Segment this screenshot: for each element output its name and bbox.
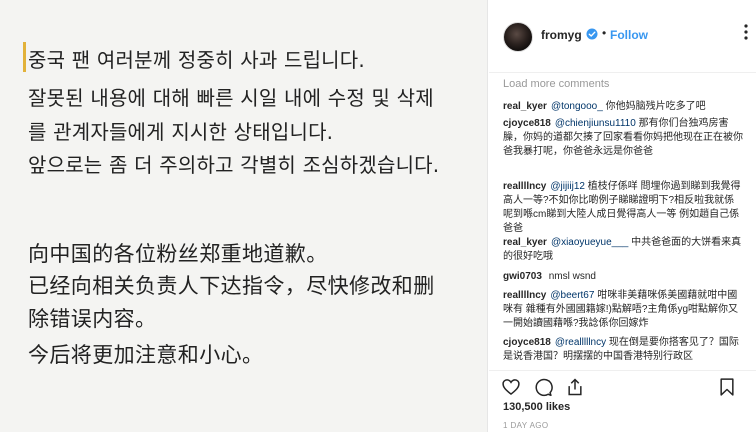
- comment-username[interactable]: cjoyce818: [503, 118, 551, 129]
- load-more-comments-link[interactable]: Load more comments: [503, 78, 609, 90]
- comment-item: real_kyer @xiaoyueyue___ 中共爸爸面的大饼看来真的很好吃哦: [503, 236, 743, 264]
- comment-mention[interactable]: @tongooo_: [551, 101, 603, 112]
- chinese-line-2: 已经向相关负责人下达指令，尽快修改和删: [28, 274, 435, 298]
- comment-icon[interactable]: [533, 377, 553, 397]
- text-cursor-mark: [23, 42, 26, 72]
- instagram-post-frame: 중국 팬 여러분께 정중히 사과 드립니다. 잘못된 내용에 대해 빠른 시일 …: [0, 0, 756, 432]
- post-image: 중국 팬 여러분께 정중히 사과 드립니다. 잘못된 내용에 대해 빠른 시일 …: [0, 0, 488, 432]
- comment-username[interactable]: reallllncy: [503, 181, 546, 192]
- comment-item: reallllncy @jijiij12 植枝仔係咩 問埋你過到睇到我覺得高人一等…: [503, 180, 743, 236]
- username-link[interactable]: fromyg: [541, 28, 582, 42]
- comment-mention[interactable]: @chienjiunsu1110: [555, 118, 636, 129]
- comment-list: Load more comments real_kyer @tongooo_ 你他…: [489, 72, 756, 370]
- comment-username[interactable]: real_kyer: [503, 101, 547, 112]
- comment-mention[interactable]: @realllllncy: [555, 337, 606, 348]
- chinese-line-4: 今后将更加注意和小心。: [28, 343, 264, 367]
- comment-username[interactable]: cjoyce818: [503, 337, 551, 348]
- chinese-line-1: 向中国的各位粉丝郑重地道歉。: [28, 242, 328, 266]
- comment-item: cjoyce818 @realllllncy 现在倒是要你搭客见了？国际是说香港国…: [503, 336, 743, 364]
- post-header: fromyg • Follow: [489, 0, 756, 73]
- korean-line-1: 중국 팬 여러분께 정중히 사과 드립니다.: [28, 48, 365, 72]
- comment-mention[interactable]: @xiaoyueyue___: [551, 237, 628, 248]
- more-dots-icon[interactable]: [744, 24, 748, 40]
- comment-username[interactable]: reallllncy: [503, 290, 546, 301]
- heart-icon[interactable]: [501, 377, 521, 397]
- chinese-line-3: 除错误内容。: [28, 307, 157, 331]
- comment-item: real_kyer @tongooo_ 你他妈脑残片吃多了吧: [503, 100, 743, 114]
- comment-text: nmsl wsnd: [548, 271, 596, 282]
- share-icon[interactable]: [565, 377, 585, 397]
- avatar[interactable]: [503, 22, 533, 52]
- separator-dot: •: [602, 26, 607, 40]
- comment-username[interactable]: gwi0703: [503, 271, 542, 282]
- bookmark-icon[interactable]: [717, 377, 737, 397]
- comment-item: gwi0703 nmsl wsnd: [503, 270, 743, 284]
- post-timestamp: 1 DAY AGO: [503, 421, 549, 430]
- korean-line-2: 잘못된 내용에 대해 빠른 시일 내에 수정 및 삭제: [28, 86, 434, 110]
- comment-mention[interactable]: @jijiij12: [550, 181, 585, 192]
- korean-line-3: 를 관계자들에게 지시한 상태입니다.: [28, 120, 334, 144]
- follow-button[interactable]: Follow: [610, 28, 648, 42]
- post-sidebar: fromyg • Follow Load more comments real_…: [489, 0, 756, 432]
- comment-item: reallllncy @beert67 咁咪非美藉咪係美國藉就咁中國咪有 雜種有外…: [503, 289, 743, 331]
- like-count[interactable]: 130,500 likes: [503, 401, 570, 413]
- comment-text: 你他妈脑残片吃多了吧: [605, 101, 706, 112]
- comment-item: cjoyce818 @chienjiunsu1110 那有你们台独鸡房害臊，你妈的…: [503, 117, 743, 159]
- action-bar: [489, 370, 756, 401]
- comment-mention[interactable]: @beert67: [550, 290, 594, 301]
- comment-username[interactable]: real_kyer: [503, 237, 547, 248]
- verified-badge-icon: [586, 28, 598, 40]
- korean-line-4: 앞으로는 좀 더 주의하고 각별히 조심하겠습니다.: [28, 153, 440, 177]
